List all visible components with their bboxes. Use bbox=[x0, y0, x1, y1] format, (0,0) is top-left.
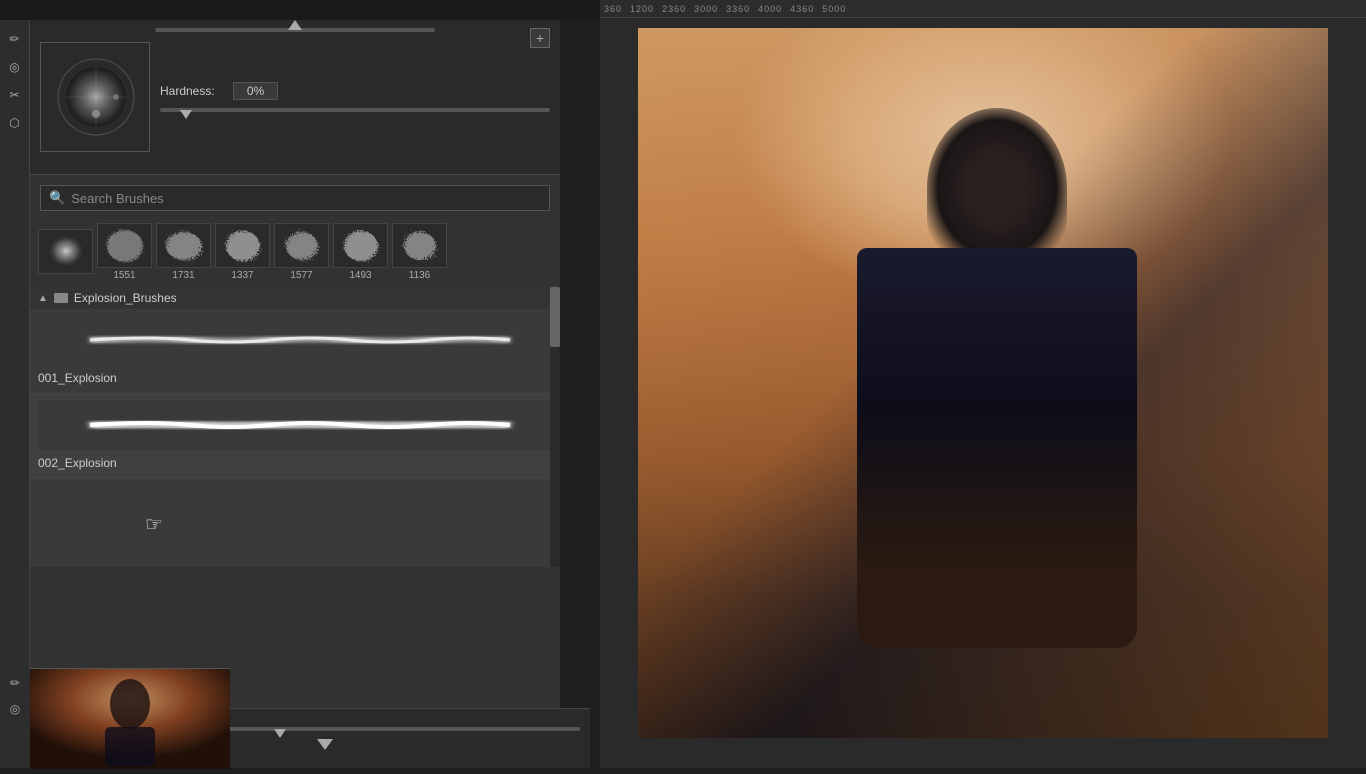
circle-tool-icon[interactable]: ◎ bbox=[4, 56, 26, 78]
brush-thumbnail-1551[interactable]: 1551 bbox=[97, 223, 152, 281]
top-slider-row bbox=[40, 28, 550, 32]
brush-svg-1337 bbox=[218, 225, 268, 267]
left-tool-panel: ✏ ◎ ✂ ⬡ bbox=[0, 20, 30, 768]
cursor-hand-icon: ☞ bbox=[145, 512, 163, 537]
brush-svg-1493 bbox=[336, 225, 386, 267]
brush-thumb-num: 1136 bbox=[409, 270, 431, 281]
soft-round-brush-preview bbox=[38, 229, 93, 274]
brush-preview-1136 bbox=[392, 223, 447, 268]
brush-stroke-preview-001 bbox=[38, 315, 552, 365]
ruler-label: 3000 bbox=[690, 2, 722, 16]
search-area: 🔍 bbox=[30, 175, 560, 217]
scrollbar-thumb bbox=[550, 287, 560, 347]
brush-thumbnail-soft-round[interactable] bbox=[38, 229, 93, 276]
hardness-slider-thumb bbox=[180, 110, 192, 119]
brush-preview-area: Hardness: 0% + bbox=[30, 20, 560, 175]
folder-name-label: Explosion_Brushes bbox=[74, 291, 177, 305]
brush-preview-main: Hardness: 0% bbox=[40, 42, 550, 152]
bottom-tool-2[interactable]: ◎ bbox=[4, 698, 26, 720]
ruler-label: 4360 bbox=[786, 2, 818, 16]
brush-svg-1731 bbox=[159, 225, 209, 267]
brush-svg-1577 bbox=[277, 225, 327, 267]
brush-preview-1577 bbox=[274, 223, 329, 268]
soft-round-svg bbox=[41, 230, 91, 272]
brush-folder-header[interactable]: ▲ Explosion_Brushes bbox=[30, 287, 560, 309]
person-head bbox=[927, 108, 1067, 268]
brush-circle-preview bbox=[40, 42, 150, 152]
brush-svg-1136 bbox=[395, 225, 445, 267]
brush-svg-1551 bbox=[100, 225, 150, 267]
brush-stroke-preview-002 bbox=[38, 400, 552, 450]
brush-thumbnail-1577[interactable]: 1577 bbox=[274, 223, 329, 281]
brush-thumbnails-row: 1551 1731 1337 bbox=[30, 217, 560, 287]
ruler-top: 360 1200 2360 3000 3360 4000 4360 5000 bbox=[600, 0, 1366, 18]
ruler-label: 2360 bbox=[658, 2, 690, 16]
brush-thumbnail-1731[interactable]: 1731 bbox=[156, 223, 211, 281]
shape-tool-icon[interactable]: ⬡ bbox=[4, 112, 26, 134]
ruler-label: 1200 bbox=[626, 2, 658, 16]
hardness-label: Hardness: bbox=[160, 84, 225, 98]
brush-preview-svg bbox=[41, 42, 149, 152]
hardness-row: Hardness: 0% bbox=[160, 82, 550, 100]
search-input[interactable] bbox=[71, 191, 541, 206]
ruler-label: 360 bbox=[600, 2, 626, 16]
size-slider-track[interactable] bbox=[155, 28, 435, 32]
ruler-label: 5000 bbox=[818, 2, 850, 16]
search-icon: 🔍 bbox=[49, 190, 65, 206]
bottom-tool-panel: ✏ ◎ bbox=[0, 668, 30, 768]
search-box: 🔍 bbox=[40, 185, 550, 211]
folder-icon bbox=[54, 293, 68, 303]
hardness-slider-track[interactable] bbox=[160, 108, 550, 112]
hardness-value: 0% bbox=[233, 82, 278, 100]
brush-thumb-num: 1731 bbox=[172, 270, 194, 281]
brush-preview-1493 bbox=[333, 223, 388, 268]
add-brush-button[interactable]: + bbox=[530, 28, 550, 48]
collapse-arrow-icon: ▲ bbox=[38, 293, 48, 304]
canvas-image-container bbox=[600, 18, 1366, 768]
brush-thumbnail-1493[interactable]: 1493 bbox=[333, 223, 388, 281]
ruler-label: 3360 bbox=[722, 2, 754, 16]
brush-thumb-num: 1337 bbox=[231, 270, 253, 281]
brush-name-001: 001_Explosion bbox=[38, 369, 117, 387]
stroke-svg-001 bbox=[70, 315, 520, 365]
brush-panel: Hardness: 0% + 🔍 bbox=[30, 20, 560, 768]
canvas-area: 360 1200 2360 3000 3360 4000 4360 5000 bbox=[600, 0, 1366, 768]
brush-thumbnail-1337[interactable]: 1337 bbox=[215, 223, 270, 281]
brush-item-001[interactable]: 001_Explosion bbox=[30, 309, 560, 394]
brush-preview-1337 bbox=[215, 223, 270, 268]
ruler-label: 4000 bbox=[754, 2, 786, 16]
person-body bbox=[857, 248, 1137, 648]
stroke-svg-002 bbox=[70, 400, 520, 450]
brush-thumbnail-1136[interactable]: 1136 bbox=[392, 223, 447, 281]
brush-thumb-num: 1577 bbox=[290, 270, 312, 281]
crop-tool-icon[interactable]: ✂ bbox=[4, 84, 26, 106]
size-slider-thumb bbox=[288, 20, 302, 30]
brush-preview-1731 bbox=[156, 223, 211, 268]
down-arrow-icon bbox=[317, 739, 333, 750]
bottom-thumbnail bbox=[30, 668, 230, 768]
brush-item-002[interactable]: 002_Explosion ☞ bbox=[30, 394, 560, 479]
top-nav bbox=[0, 0, 600, 20]
bottom-slider-thumb bbox=[274, 729, 286, 738]
canvas-image[interactable] bbox=[638, 28, 1328, 738]
brush-preview-1551 bbox=[97, 223, 152, 268]
brush-controls-right: Hardness: 0% bbox=[160, 82, 550, 112]
brush-list-container: ▲ Explosion_Brushes 001_Explosion bbox=[30, 287, 560, 567]
brush-name-002: 002_Explosion bbox=[38, 454, 117, 472]
bottom-tool-1[interactable]: ✏ bbox=[4, 672, 26, 694]
brush-thumb-num: 1493 bbox=[349, 270, 371, 281]
brush-thumb-num: 1551 bbox=[113, 270, 135, 281]
bottom-thumb-svg bbox=[30, 669, 230, 769]
brush-tool-icon[interactable]: ✏ bbox=[4, 28, 26, 50]
brush-list-scrollbar[interactable] bbox=[550, 287, 560, 567]
